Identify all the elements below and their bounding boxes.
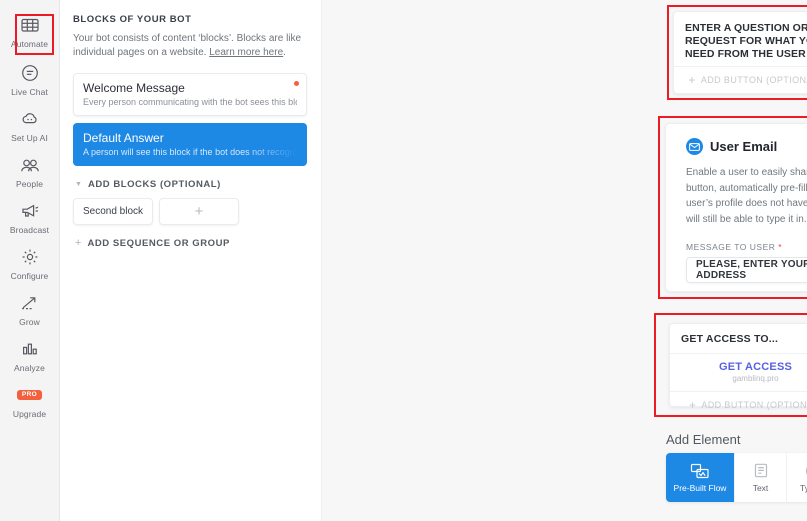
required-marker: * bbox=[778, 242, 783, 252]
left-nav-rail: Automate Live Chat Set Up AI People Broa… bbox=[0, 0, 60, 521]
plus-icon: + bbox=[688, 73, 696, 87]
sidebar-item-set-up-ai[interactable]: Set Up AI bbox=[4, 102, 56, 148]
add-sequence-label: ADD SEQUENCE OR GROUP bbox=[87, 238, 230, 249]
sidebar-item-analyze[interactable]: Analyze bbox=[4, 332, 56, 378]
get-access-add-button-label: ADD BUTTON (OPTIONAL) bbox=[701, 400, 807, 410]
block-title: Default Answer bbox=[83, 131, 164, 145]
sidebar-item-grow[interactable]: Grow bbox=[4, 286, 56, 332]
user-email-description: Enable a user to easily share their emai… bbox=[686, 167, 807, 225]
add-element-toolbar: Pre-Built Flow Text Ty bbox=[666, 453, 807, 502]
panel-title: BLOCKS OF YOUR BOT bbox=[73, 14, 192, 25]
block-chip-row: Second block + bbox=[73, 198, 307, 225]
panel-description-part2: . bbox=[283, 47, 286, 58]
block-card-welcome-message[interactable]: Welcome Message Every person communicati… bbox=[73, 73, 307, 116]
sidebar-label-people: People bbox=[15, 179, 44, 189]
message-to-user-field: MESSAGE TO USER * PLEASE, ENTER YOUR EMA… bbox=[686, 242, 807, 283]
user-email-card: User Email Enable a user to easily share… bbox=[665, 123, 807, 292]
message-to-user-input[interactable]: PLEASE, ENTER YOUR EMAIL ADDRESS bbox=[686, 257, 807, 283]
plus-icon: + bbox=[75, 237, 82, 249]
sidebar-item-broadcast[interactable]: Broadcast bbox=[4, 194, 56, 240]
user-email-title: User Email bbox=[710, 139, 778, 154]
learn-more-link[interactable]: Learn more here bbox=[209, 47, 283, 58]
ai-cloud-icon bbox=[21, 108, 39, 130]
add-element-title: Add Element bbox=[666, 432, 741, 447]
add-element-typing[interactable]: Typing bbox=[787, 453, 807, 502]
app-root: Automate Live Chat Set Up AI People Broa… bbox=[0, 0, 807, 521]
get-access-card[interactable]: GET ACCESS TO... GET ACCESS gamblinq.pro… bbox=[669, 323, 807, 411]
bar-chart-icon bbox=[21, 338, 39, 360]
block-card-default-answer[interactable]: Default Answer A person will see this bl… bbox=[73, 123, 307, 166]
sidebar-label-upgrade: Upgrade bbox=[12, 409, 47, 419]
question-add-button[interactable]: + ADD BUTTON (OPTIONAL) bbox=[674, 66, 807, 93]
add-element-label: Pre-Built Flow bbox=[673, 483, 727, 493]
user-email-fields: MESSAGE TO USER * PLEASE, ENTER YOUR EMA… bbox=[686, 242, 807, 283]
sidebar-item-upgrade[interactable]: PRO Upgrade bbox=[4, 378, 56, 424]
grid-blocks-icon bbox=[20, 14, 39, 36]
gear-icon bbox=[21, 246, 39, 268]
user-email-highlight: User Email Enable a user to easily share… bbox=[658, 116, 807, 299]
sidebar-item-configure[interactable]: Configure bbox=[4, 240, 56, 286]
editor-canvas: ENTER A QUESTION OR REQUEST FOR WHAT YOU… bbox=[322, 0, 807, 521]
add-element-prebuilt-flow[interactable]: Pre-Built Flow bbox=[666, 453, 735, 502]
text-icon bbox=[754, 462, 768, 479]
message-to-user-label: MESSAGE TO USER * bbox=[686, 242, 807, 252]
get-access-link[interactable]: GET ACCESS bbox=[670, 354, 807, 374]
block-title: Welcome Message bbox=[83, 81, 185, 95]
add-blocks-label: ADD BLOCKS (OPTIONAL) bbox=[87, 179, 221, 190]
prebuilt-flow-icon bbox=[690, 462, 710, 479]
message-label-text: MESSAGE TO USER bbox=[686, 242, 776, 252]
unsaved-dot-icon bbox=[294, 81, 299, 86]
plus-icon: + bbox=[688, 398, 697, 412]
question-card-text[interactable]: ENTER A QUESTION OR REQUEST FOR WHAT YOU… bbox=[674, 12, 807, 61]
trend-arrow-icon bbox=[20, 292, 39, 314]
add-element-label: Text bbox=[752, 483, 769, 493]
add-element-text[interactable]: Text bbox=[735, 453, 787, 502]
chevron-down-icon: ▼ bbox=[75, 181, 82, 188]
sidebar-label-live-chat: Live Chat bbox=[11, 87, 48, 97]
sidebar-label-analyze: Analyze bbox=[14, 363, 45, 373]
add-blocks-header[interactable]: ▼ ADD BLOCKS (OPTIONAL) bbox=[75, 179, 307, 190]
chip-add-block-button[interactable]: + bbox=[159, 198, 239, 225]
get-access-title[interactable]: GET ACCESS TO... bbox=[670, 324, 807, 353]
get-access-add-button[interactable]: + ADD BUTTON (OPTIONAL) bbox=[670, 392, 807, 418]
question-card-highlight: ENTER A QUESTION OR REQUEST FOR WHAT YOU… bbox=[667, 5, 807, 100]
pro-badge-label: PRO bbox=[16, 389, 43, 401]
sidebar-label-grow: Grow bbox=[19, 317, 40, 327]
chip-second-block[interactable]: Second block bbox=[73, 198, 153, 225]
question-add-button-label: ADD BUTTON (OPTIONAL) bbox=[700, 75, 807, 85]
block-subtitle: Every person communicating with the bot … bbox=[83, 97, 297, 107]
sidebar-item-people[interactable]: People bbox=[4, 148, 56, 194]
add-element-label: Typing bbox=[799, 483, 807, 493]
people-icon bbox=[20, 154, 40, 176]
add-sequence-header[interactable]: + ADD SEQUENCE OR GROUP bbox=[75, 237, 307, 250]
chat-bubble-icon bbox=[21, 62, 39, 84]
sidebar-label-configure: Configure bbox=[10, 271, 49, 281]
panel-description: Your bot consists of content ‘blocks’. B… bbox=[73, 32, 307, 60]
blocks-panel: BLOCKS OF YOUR BOT Your bot consists of … bbox=[60, 0, 322, 521]
user-email-header: User Email bbox=[686, 138, 807, 155]
sidebar-label-automate: Automate bbox=[10, 39, 49, 49]
sidebar-item-live-chat[interactable]: Live Chat bbox=[4, 56, 56, 102]
pro-badge-icon: PRO bbox=[16, 384, 43, 406]
get-access-highlight: GET ACCESS TO... GET ACCESS gamblinq.pro… bbox=[654, 313, 807, 417]
get-access-domain: gamblinq.pro bbox=[732, 374, 779, 383]
envelope-icon bbox=[686, 138, 703, 155]
sidebar-label-broadcast: Broadcast bbox=[9, 225, 50, 235]
megaphone-icon bbox=[20, 200, 40, 222]
sidebar-item-automate[interactable]: Automate bbox=[4, 8, 56, 55]
block-subtitle: A person will see this block if the bot … bbox=[83, 147, 297, 157]
question-card[interactable]: ENTER A QUESTION OR REQUEST FOR WHAT YOU… bbox=[673, 11, 807, 94]
sidebar-label-set-up-ai: Set Up AI bbox=[11, 133, 48, 143]
